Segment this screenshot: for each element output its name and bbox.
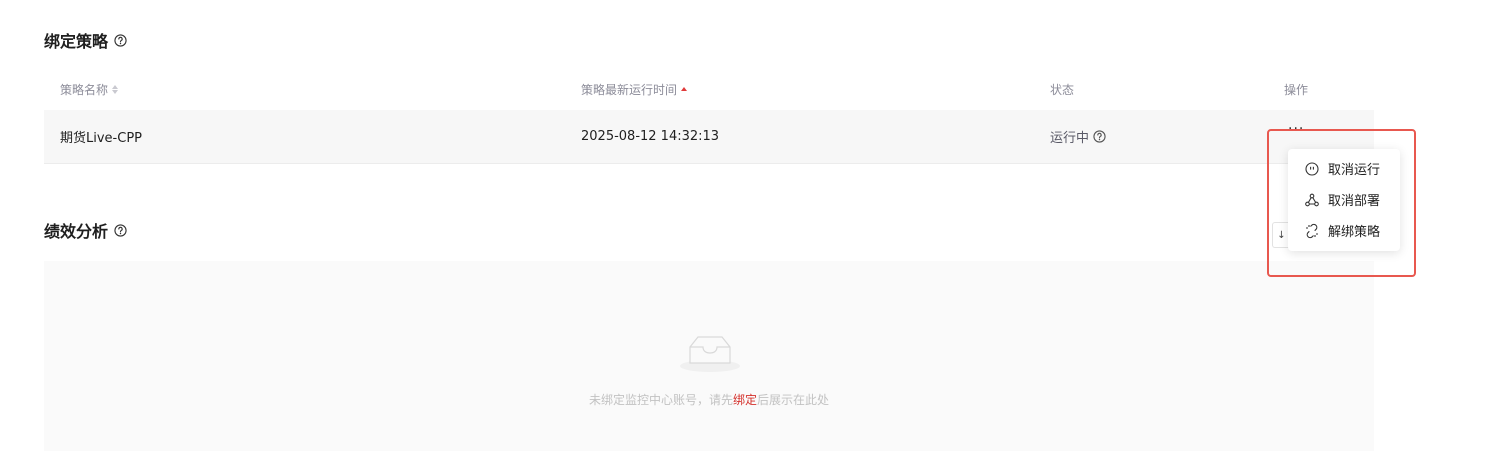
column-header-status-label: 状态 bbox=[1050, 82, 1075, 97]
column-header-actions-label: 操作 bbox=[1284, 82, 1309, 97]
pause-circle-icon bbox=[1304, 161, 1320, 177]
help-icon[interactable] bbox=[114, 223, 127, 237]
status-help-icon[interactable] bbox=[1093, 130, 1106, 143]
empty-state-panel: 未绑定监控中心账号，请先绑定后展示在此处 bbox=[44, 261, 1374, 451]
sort-ascending-icon[interactable] bbox=[681, 87, 688, 91]
menu-item-cancel-run[interactable]: 取消运行 bbox=[1288, 153, 1400, 184]
status-text: 运行中 bbox=[1050, 131, 1090, 146]
table-row: 期货Live-CPP 2025-08-12 14:32:13 运行中 ··· bbox=[44, 110, 1374, 164]
unlink-icon bbox=[1304, 223, 1320, 239]
empty-state-message: 未绑定监控中心账号，请先绑定后展示在此处 bbox=[44, 391, 1374, 408]
column-header-actions: 操作 bbox=[1284, 81, 1308, 98]
column-header-last-run-label: 策略最新运行时间 bbox=[581, 82, 678, 97]
strategy-name: 期货Live-CPP bbox=[60, 131, 142, 146]
menu-item-unbind-strategy[interactable]: 解绑策略 bbox=[1288, 215, 1400, 246]
menu-item-unbind-strategy-label: 解绑策略 bbox=[1328, 225, 1381, 240]
table-header: 策略名称 策略最新运行时间 状态 操作 bbox=[44, 68, 1374, 111]
help-icon[interactable] bbox=[114, 33, 127, 47]
performance-analysis-title: 绩效分析 bbox=[44, 218, 127, 242]
deploy-nodes-icon bbox=[1304, 192, 1320, 208]
column-header-last-run[interactable]: 策略最新运行时间 bbox=[581, 81, 688, 98]
status-cell: 运行中 bbox=[1050, 110, 1106, 163]
sort-icon[interactable] bbox=[112, 84, 119, 94]
actions-dropdown-menu: 取消运行 取消部署 解绑策略 bbox=[1288, 149, 1400, 251]
bind-account-link[interactable]: 绑定 bbox=[733, 393, 757, 407]
bind-strategy-title-text: 绑定策略 bbox=[44, 32, 109, 51]
last-run-time: 2025-08-12 14:32:13 bbox=[581, 129, 720, 144]
menu-item-cancel-deploy[interactable]: 取消部署 bbox=[1288, 184, 1400, 215]
menu-item-cancel-run-label: 取消运行 bbox=[1328, 163, 1381, 178]
bind-strategy-title: 绑定策略 bbox=[44, 28, 127, 52]
column-header-status: 状态 bbox=[1050, 81, 1074, 98]
column-header-name[interactable]: 策略名称 bbox=[60, 81, 119, 98]
performance-analysis-title-text: 绩效分析 bbox=[44, 222, 109, 241]
empty-text-after: 后展示在此处 bbox=[757, 393, 830, 407]
bound-strategy-table: 策略名称 策略最新运行时间 状态 操作 期货Live-CPP 2025-08-1… bbox=[44, 68, 1374, 164]
empty-inbox-icon bbox=[680, 336, 740, 372]
column-header-name-label: 策略名称 bbox=[60, 82, 109, 97]
empty-text-before: 未绑定监控中心账号，请先 bbox=[588, 393, 733, 407]
menu-item-cancel-deploy-label: 取消部署 bbox=[1328, 194, 1381, 209]
